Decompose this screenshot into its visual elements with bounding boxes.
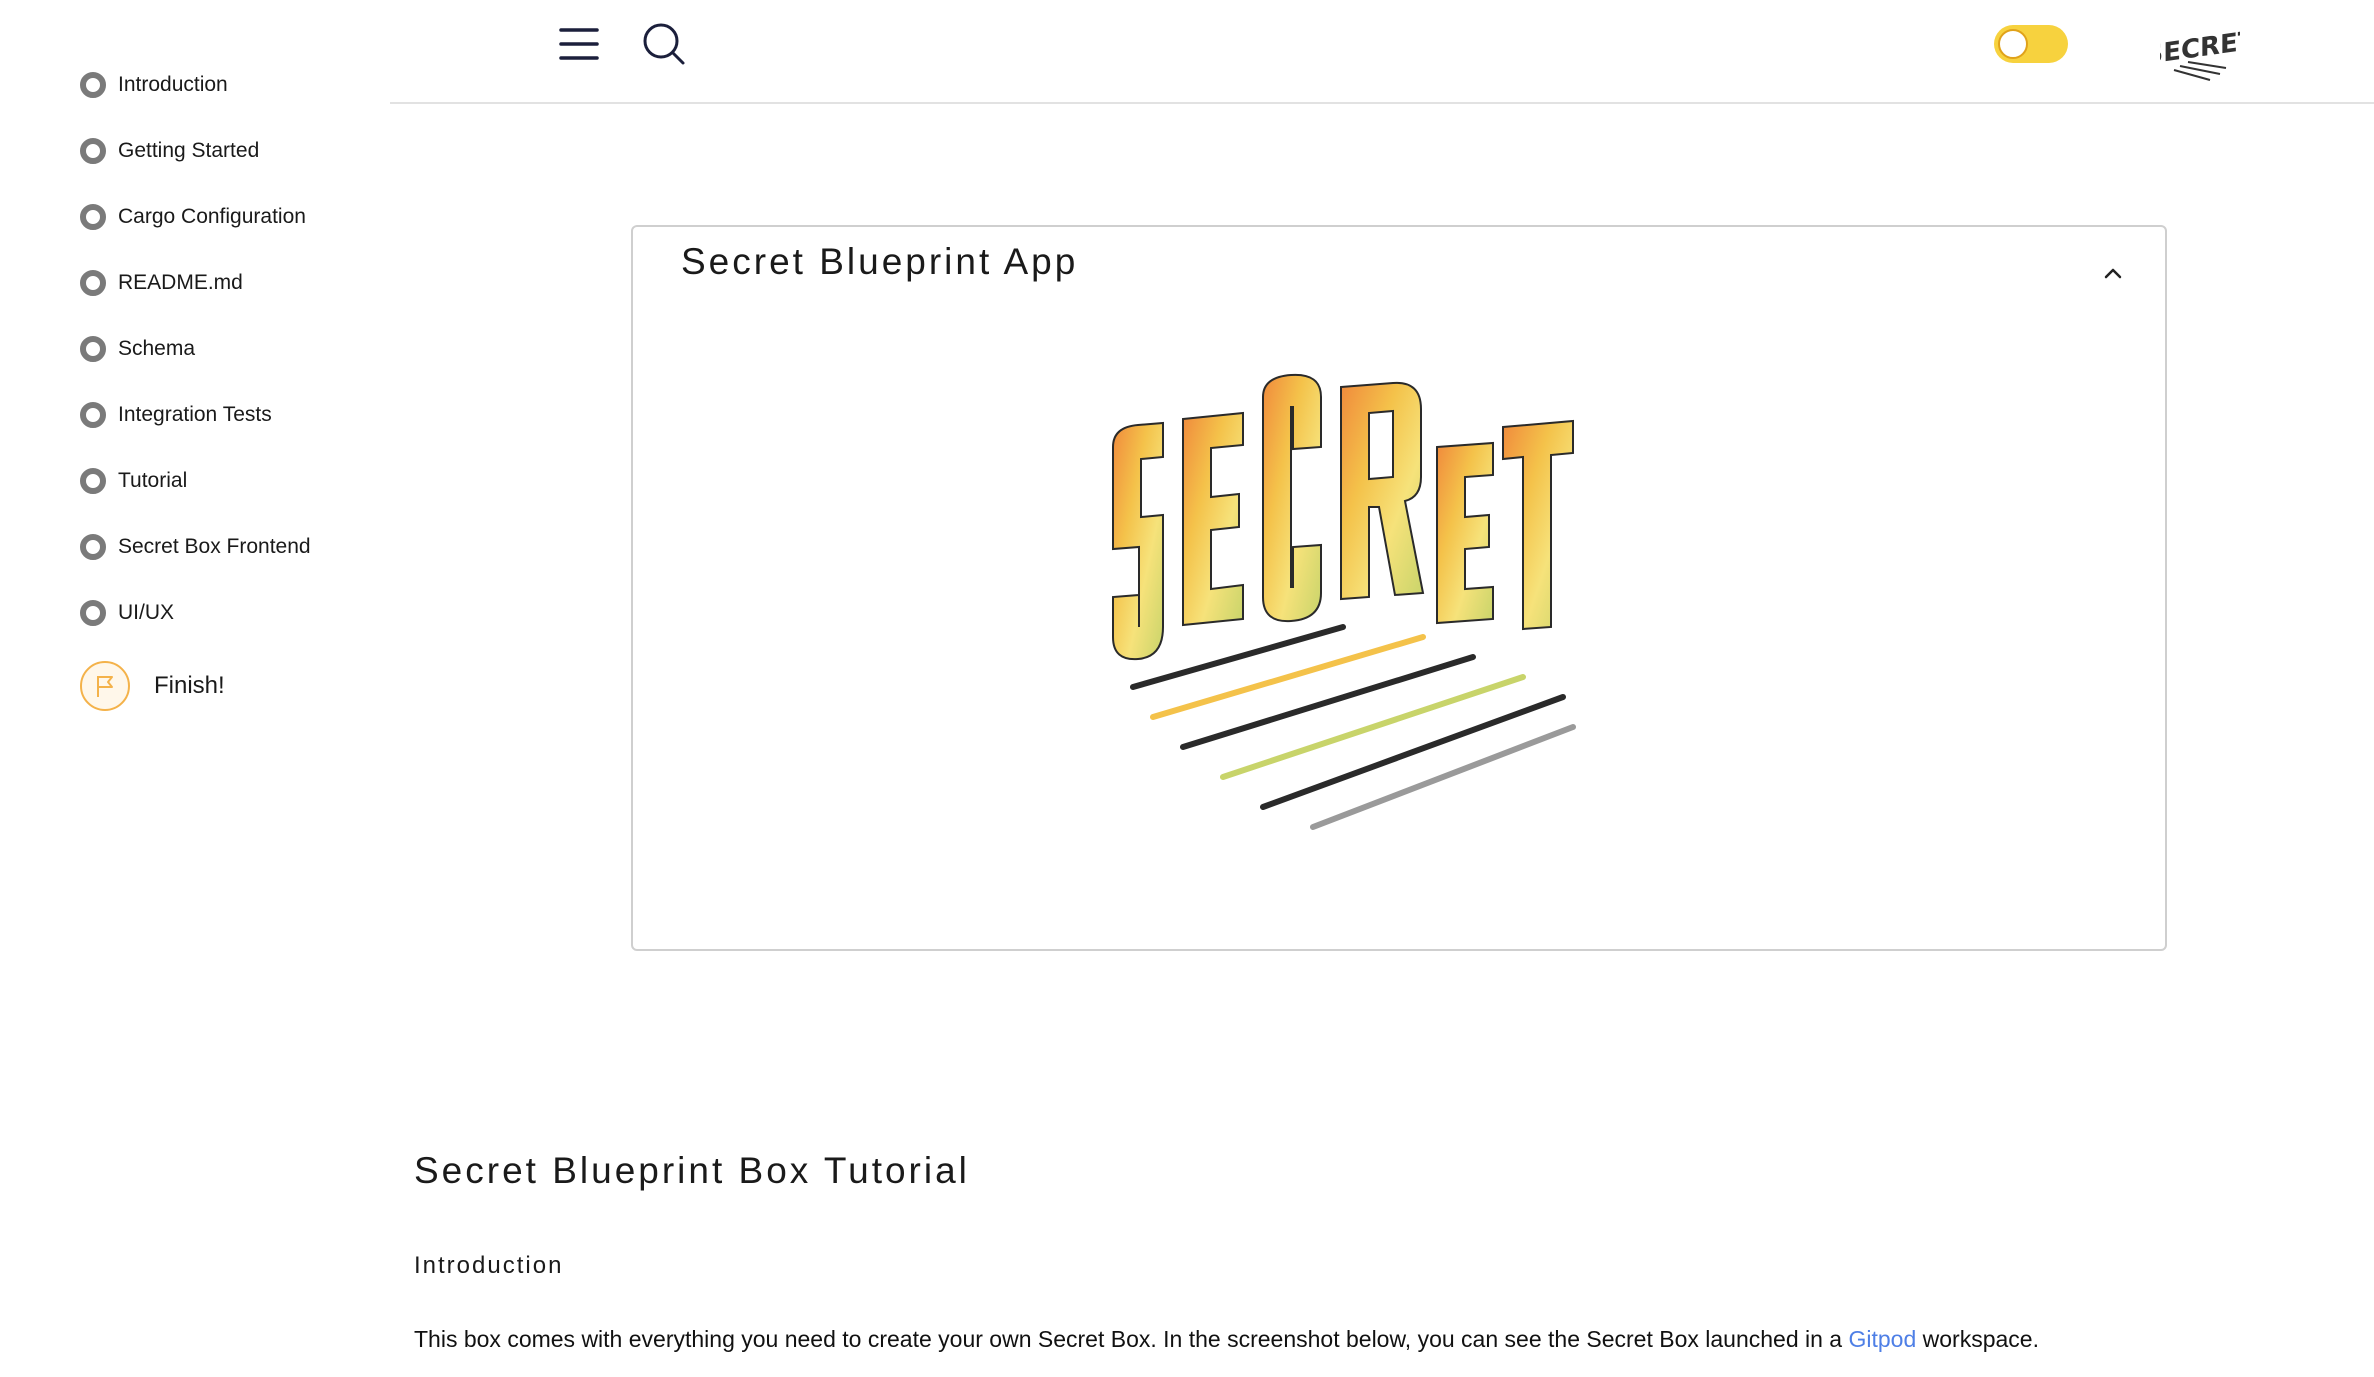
search-icon[interactable] [640,20,688,68]
sidebar-item-label: Introduction [118,73,228,96]
sidebar-item-finish[interactable]: Finish! [80,656,311,716]
secret-logo-image [1093,357,1653,857]
sidebar-item-schema[interactable]: Schema [80,316,311,382]
sidebar-item-label: Integration Tests [118,403,272,426]
sidebar-item-getting-started[interactable]: Getting Started [80,118,311,184]
sidebar-item-label: Tutorial [118,469,188,492]
top-header: SECRET [390,0,2374,104]
sidebar-finish-label: Finish! [154,672,225,699]
sidebar-item-label: Cargo Configuration [118,205,306,228]
step-bullet-icon [80,72,106,98]
sidebar-item-label: Secret Box Frontend [118,535,311,558]
intro-paragraph: This box comes with everything you need … [414,1326,2039,1353]
step-bullet-icon [80,534,106,560]
step-bullet-icon [80,336,106,362]
sidebar-item-cargo-configuration[interactable]: Cargo Configuration [80,184,311,250]
sidebar-item-integration-tests[interactable]: Integration Tests [80,382,311,448]
theme-toggle[interactable] [1994,25,2068,63]
sidebar: Introduction Getting Started Cargo Confi… [0,0,390,1377]
sidebar-item-label: UI/UX [118,601,175,624]
sidebar-item-label: README.md [118,271,243,294]
tutorial-heading: Secret Blueprint Box Tutorial [414,1150,970,1191]
sidebar-item-label: Schema [118,337,196,360]
sidebar-item-ui-ux[interactable]: UI/UX [80,580,311,646]
paragraph-text-before: This box comes with everything you need … [414,1326,1849,1352]
step-bullet-icon [80,468,106,494]
sidebar-item-introduction[interactable]: Introduction [80,52,311,118]
step-bullet-icon [80,270,106,296]
sidebar-item-tutorial[interactable]: Tutorial [80,448,311,514]
hamburger-menu-icon[interactable] [555,20,603,68]
app-card: Secret Blueprint App [631,225,2167,951]
sidebar-item-label: Getting Started [118,139,260,162]
step-bullet-icon [80,138,106,164]
step-bullet-icon [80,204,106,230]
sidebar-item-secret-box-frontend[interactable]: Secret Box Frontend [80,514,311,580]
sidebar-item-readme[interactable]: README.md [80,250,311,316]
toggle-knob [1998,29,2028,59]
paragraph-text-after: workspace. [1916,1326,2039,1352]
step-bullet-icon [80,600,106,626]
step-bullet-icon [80,402,106,428]
page: Introduction Getting Started Cargo Confi… [0,0,2374,1377]
flag-icon [80,661,130,711]
introduction-subheading: Introduction [414,1252,564,1279]
card-title: Secret Blueprint App [681,241,1079,282]
secret-logo[interactable]: SECRET [2144,10,2256,84]
gitpod-link[interactable]: Gitpod [1848,1326,1916,1352]
chevron-up-icon[interactable] [2097,257,2129,289]
sidebar-nav-list: Introduction Getting Started Cargo Confi… [80,52,311,716]
